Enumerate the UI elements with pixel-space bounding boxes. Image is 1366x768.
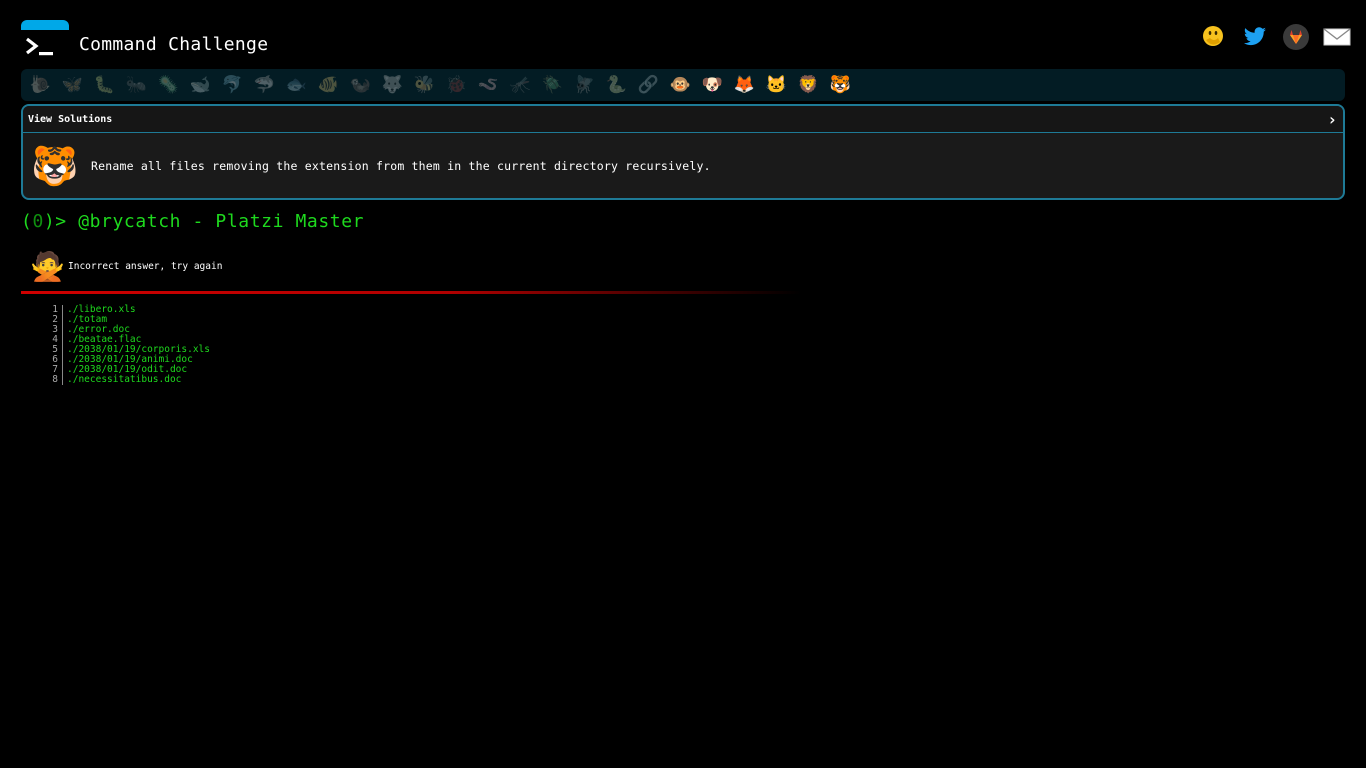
face-hand-over-mouth-icon[interactable]	[1200, 23, 1228, 51]
bee-icon[interactable]: 🐝	[411, 72, 438, 99]
output-text: ./necessitatibus.doc	[67, 374, 182, 385]
app-title: Command Challenge	[79, 34, 269, 55]
tropical-fish-icon[interactable]: 🐠	[315, 72, 342, 99]
dolphin-icon[interactable]: 🐬	[219, 72, 246, 99]
beetle-icon[interactable]: 🪲	[539, 72, 566, 99]
whale-icon[interactable]: 🐋	[187, 72, 214, 99]
view-solutions-label: View Solutions	[28, 113, 113, 125]
worm-icon[interactable]: 🪱	[475, 72, 502, 99]
view-solutions-toggle[interactable]: View Solutions ›	[23, 106, 1343, 133]
output-line: 8 ./necessitatibus.doc	[40, 375, 210, 385]
challenge-navigation-bar: 🐌 🦋 🐛 🐜 🦠 🐋 🐬 🦈 🐟 🐠 🦦 🐺 🐝 🐞 🪱 🦟 🪲 🪰 🐍 🔗 🐵 🐶 🦊 🐱 🦁 🐯	[21, 69, 1345, 101]
chain-icon[interactable]: 🔗	[635, 72, 662, 99]
fox-icon[interactable]: 🦊	[731, 72, 758, 99]
prompt-paren-close: )>	[43, 211, 79, 232]
terminal-prompt: (0)> @brycatch - Platzi Master	[21, 211, 364, 232]
tiger-icon: 🐯	[31, 143, 79, 188]
mosquito-icon[interactable]: 🦟	[507, 72, 534, 99]
cat-icon[interactable]: 🐱	[763, 72, 790, 99]
ladybug-icon[interactable]: 🐞	[443, 72, 470, 99]
chevron-right-icon: ›	[1327, 109, 1337, 129]
error-divider	[21, 291, 801, 294]
challenge-description: Rename all files removing the extension …	[91, 159, 711, 173]
otter-icon[interactable]: 🦦	[347, 72, 374, 99]
dog-icon[interactable]: 🐶	[699, 72, 726, 99]
prompt-paren-open: (	[21, 211, 33, 232]
result-message: 🙅 Incorrect answer, try again	[30, 250, 222, 283]
twitter-icon[interactable]	[1241, 23, 1269, 51]
monkey-icon[interactable]: 🐵	[667, 72, 694, 99]
snake-icon[interactable]: 🐍	[603, 72, 630, 99]
fly-icon[interactable]: 🪰	[571, 72, 598, 99]
command-output: 1 ./libero.xls 2 ./totam 3 ./error.doc 4 ./beat…	[40, 305, 210, 385]
prompt-count: 0	[32, 211, 44, 232]
fish-icon[interactable]: 🐟	[283, 72, 310, 99]
snail-icon[interactable]: 🐌	[27, 72, 54, 99]
terminal-logo-icon[interactable]	[21, 20, 69, 64]
line-number: 8	[40, 375, 63, 385]
lion-icon[interactable]: 🦁	[795, 72, 822, 99]
envelope-icon[interactable]	[1323, 23, 1351, 51]
social-links	[1200, 23, 1351, 51]
output-line: 1 ./libero.xls	[40, 305, 210, 315]
butterfly-icon[interactable]: 🦋	[59, 72, 86, 99]
virus-icon[interactable]: 🦠	[155, 72, 182, 99]
gitlab-icon[interactable]	[1282, 23, 1310, 51]
caterpillar-icon[interactable]: 🐛	[91, 72, 118, 99]
tiger-icon[interactable]: 🐯	[827, 72, 854, 99]
result-text: Incorrect answer, try again	[68, 261, 223, 272]
shark-icon[interactable]: 🦈	[251, 72, 278, 99]
challenge-panel: View Solutions › 🐯 Rename all files remo…	[21, 104, 1345, 200]
person-gesturing-no-icon: 🙅	[30, 250, 65, 283]
prompt-user: @brycatch - Platzi Master	[78, 211, 365, 232]
ant-icon[interactable]: 🐜	[123, 72, 150, 99]
header: Command Challenge	[21, 20, 1351, 64]
wolf-icon[interactable]: 🐺	[379, 72, 406, 99]
